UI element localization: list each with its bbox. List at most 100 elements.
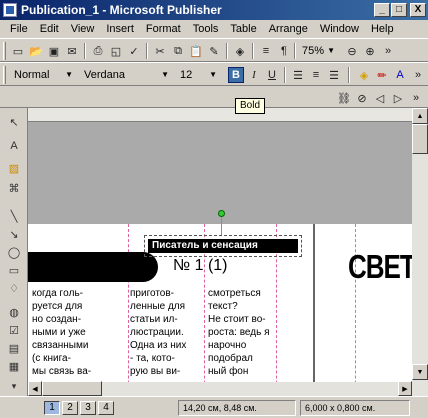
bold-button[interactable]: B bbox=[228, 67, 244, 83]
style-select[interactable]: Normal ▼ bbox=[10, 66, 76, 84]
page-navigator-4[interactable]: 4 bbox=[98, 401, 114, 415]
menu-format[interactable]: Format bbox=[140, 23, 187, 35]
fill-color-icon[interactable]: ◈ bbox=[356, 67, 372, 83]
scroll-right-arrow-icon[interactable]: ▶ bbox=[398, 381, 412, 396]
document-workspace[interactable]: № 1 (1) Писатель и сенсация СВЕТ Р когда… bbox=[28, 122, 412, 382]
design-gallery-icon[interactable]: ▦ bbox=[6, 358, 22, 374]
zoom-out-icon[interactable]: ⊖ bbox=[344, 43, 360, 59]
paste-icon[interactable]: 📋 bbox=[188, 43, 204, 59]
line-color-icon[interactable]: ✏ bbox=[374, 67, 390, 83]
font-color-icon[interactable]: A bbox=[392, 67, 408, 83]
next-frame-icon[interactable]: ▷ bbox=[390, 90, 406, 106]
arrow-icon[interactable]: ↘ bbox=[6, 226, 22, 242]
more-tools-chevron-icon[interactable]: ▾ bbox=[6, 378, 22, 394]
preview-icon[interactable]: ◱ bbox=[108, 43, 124, 59]
issue-number[interactable]: № 1 (1) bbox=[173, 257, 228, 275]
rectangle-icon[interactable]: ▭ bbox=[6, 262, 22, 278]
close-button[interactable]: X bbox=[410, 3, 426, 17]
menu-window[interactable]: Window bbox=[314, 23, 365, 35]
scroll-left-arrow-icon[interactable]: ◀ bbox=[28, 381, 42, 396]
format-painter-icon[interactable]: ✎ bbox=[206, 43, 222, 59]
publisher-app-icon[interactable] bbox=[3, 3, 17, 17]
font-size-select[interactable]: 12 ▼ bbox=[176, 66, 220, 84]
page-navigator-1[interactable]: 1 bbox=[44, 401, 60, 415]
align-left-icon[interactable]: ☰ bbox=[290, 67, 306, 83]
toolbar-grip[interactable] bbox=[3, 66, 6, 84]
menu-file[interactable]: File bbox=[4, 23, 34, 35]
column-line: Не стоит во- bbox=[208, 314, 266, 325]
minimize-button[interactable]: _ bbox=[374, 3, 390, 17]
column-line: текст? bbox=[208, 301, 238, 312]
cut-icon[interactable]: ✂ bbox=[152, 43, 168, 59]
insert-object-icon[interactable]: ◈ bbox=[232, 43, 248, 59]
text-column-2[interactable]: приготов- ленные для статьи ил- люстраци… bbox=[130, 287, 202, 378]
font-select[interactable]: Verdana ▼ bbox=[80, 66, 172, 84]
toolbar-grip[interactable] bbox=[3, 42, 6, 60]
page-navigator-3[interactable]: 3 bbox=[80, 401, 96, 415]
separator bbox=[146, 43, 148, 59]
select-pointer-icon[interactable]: ↖ bbox=[6, 114, 22, 130]
underline-button[interactable]: U bbox=[264, 67, 280, 83]
overflow-chevron-icon[interactable]: » bbox=[408, 90, 424, 106]
link-textbox-icon[interactable]: ⛓ bbox=[336, 90, 352, 106]
text-column-3[interactable]: смотреться текст? Не стоит во- роста: ве… bbox=[208, 287, 280, 378]
menu-view[interactable]: View bbox=[65, 23, 101, 35]
menu-table[interactable]: Table bbox=[224, 23, 262, 35]
menu-insert[interactable]: Insert bbox=[100, 23, 140, 35]
copy-icon[interactable]: ⧉ bbox=[170, 43, 186, 59]
zoom-select[interactable]: 75% ▼ bbox=[298, 42, 338, 60]
overflow-chevron-icon[interactable]: » bbox=[410, 67, 426, 83]
hotspot-icon[interactable]: ◍ bbox=[6, 304, 22, 320]
print-icon[interactable]: ⎙ bbox=[90, 43, 106, 59]
oval-icon[interactable]: ◯ bbox=[6, 244, 22, 260]
scroll-up-arrow-icon[interactable]: ▲ bbox=[412, 108, 428, 124]
vertical-scrollbar[interactable]: ▲ ▼ bbox=[412, 108, 428, 396]
align-right-icon[interactable]: ☰ bbox=[326, 67, 342, 83]
line-icon[interactable]: ╲ bbox=[6, 208, 22, 224]
text-box-icon[interactable]: A bbox=[6, 138, 22, 154]
column-line: Одна из них bbox=[130, 340, 187, 351]
autoshapes-icon[interactable]: ♢ bbox=[6, 280, 22, 296]
italic-button[interactable]: I bbox=[246, 67, 262, 83]
vertical-scroll-thumb[interactable] bbox=[412, 124, 428, 154]
form-control-icon[interactable]: ☑ bbox=[6, 322, 22, 338]
previous-frame-icon[interactable]: ◁ bbox=[372, 90, 388, 106]
new-icon[interactable]: ▭ bbox=[10, 43, 26, 59]
column-line: связанными bbox=[32, 340, 89, 351]
mail-icon[interactable]: ✉ bbox=[64, 43, 80, 59]
scroll-down-arrow-icon[interactable]: ▼ bbox=[412, 364, 428, 380]
object-position: 14,20 см, 8,48 см. bbox=[178, 400, 296, 416]
columns-icon[interactable]: ≡ bbox=[258, 43, 274, 59]
pilcrow-icon[interactable]: ¶ bbox=[276, 43, 292, 59]
menu-arrange[interactable]: Arrange bbox=[263, 23, 314, 35]
text-column-1[interactable]: когда гoль- руется для но создан- ными и… bbox=[32, 287, 104, 378]
wordart-icon[interactable]: ⌘ bbox=[6, 180, 22, 196]
black-banner-shape[interactable] bbox=[28, 252, 158, 282]
horizontal-scroll-thumb[interactable] bbox=[42, 381, 102, 396]
menu-tools[interactable]: Tools bbox=[187, 23, 225, 35]
menu-help[interactable]: Help bbox=[365, 23, 400, 35]
masthead-text[interactable]: СВЕТ Р bbox=[348, 247, 412, 287]
column-line: руется для bbox=[32, 301, 83, 312]
maximize-button[interactable]: □ bbox=[391, 3, 407, 17]
column-line: когда гoль- bbox=[32, 288, 84, 299]
page-navigator-2[interactable]: 2 bbox=[62, 401, 78, 415]
html-fragment-icon[interactable]: ▤ bbox=[6, 340, 22, 356]
align-center-icon[interactable]: ≡ bbox=[308, 67, 324, 83]
rotate-handle[interactable] bbox=[218, 210, 225, 217]
unlink-textbox-icon[interactable]: ⊘ bbox=[354, 90, 370, 106]
column-line: люстрации. bbox=[130, 327, 184, 338]
picture-icon[interactable]: ▨ bbox=[6, 160, 22, 176]
overflow-chevron-icon[interactable]: » bbox=[380, 43, 396, 59]
open-icon[interactable]: 📂 bbox=[28, 43, 44, 59]
horizontal-ruler[interactable] bbox=[28, 108, 412, 122]
horizontal-scrollbar[interactable]: ◀ ▶ bbox=[28, 381, 412, 396]
zoom-in-icon[interactable]: ⊕ bbox=[362, 43, 378, 59]
column-line: но создан- bbox=[32, 314, 82, 325]
save-icon[interactable]: ▣ bbox=[46, 43, 62, 59]
spelling-icon[interactable]: ✓ bbox=[126, 43, 142, 59]
menu-edit[interactable]: Edit bbox=[34, 23, 65, 35]
separator bbox=[294, 43, 296, 59]
headline-textbox[interactable]: Писатель и сенсация bbox=[144, 235, 302, 257]
column-line: смотреться bbox=[208, 288, 261, 299]
